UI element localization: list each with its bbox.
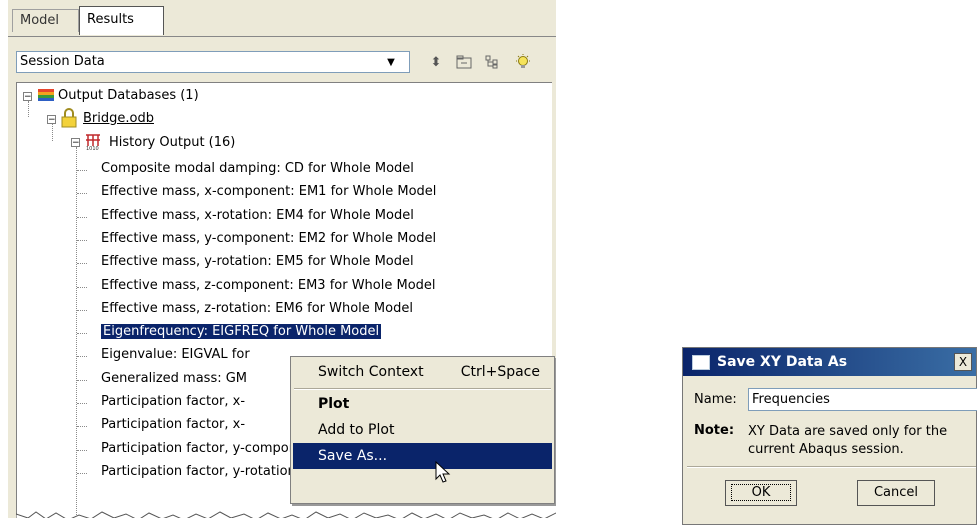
svg-text:1010: 1010 — [86, 146, 99, 150]
note-text: XY Data are saved only for the current A… — [748, 424, 948, 457]
close-button[interactable]: X — [954, 353, 972, 371]
tree-item-history[interactable]: Effective mass, z-rotation: EM6 for Whol… — [101, 299, 413, 319]
folder-icon[interactable] — [454, 52, 474, 72]
cancel-button[interactable]: Cancel — [857, 480, 935, 506]
tree-item-history[interactable]: Composite modal damping: CD for Whole Mo… — [101, 159, 414, 179]
save-xy-data-dialog: Save XY Data As X Name: Frequencies Note… — [682, 347, 977, 525]
tab-model[interactable]: Model — [12, 9, 79, 32]
torn-edge-decoration — [16, 511, 556, 518]
tab-results[interactable]: Results — [79, 6, 164, 35]
tree-item-bridge-odb[interactable]: Bridge.odb — [83, 109, 154, 129]
dropdown-arrow-icon[interactable]: ▼ — [383, 55, 399, 70]
session-data-select[interactable]: Session Data — [16, 51, 410, 73]
dialog-title: Save XY Data As — [717, 354, 848, 370]
window-icon — [692, 355, 710, 370]
tree-item-history[interactable]: Generalized mass: GM — [101, 369, 247, 389]
mouse-cursor-icon — [435, 460, 453, 489]
tree-item-history[interactable]: Effective mass, x-component: EM1 for Who… — [101, 182, 436, 202]
lightbulb-icon[interactable] — [513, 52, 533, 72]
tree-item-output-databases[interactable]: Output Databases (1) — [58, 86, 199, 106]
tree-item-history[interactable]: Effective mass, y-component: EM2 for Who… — [101, 229, 436, 249]
name-input[interactable]: Frequencies — [748, 388, 977, 411]
collapse-icon[interactable]: − — [23, 92, 32, 102]
tree-item-history[interactable]: Eigenvalue: EIGVAL for — [101, 345, 250, 365]
model-tree-panel: Model Results Session Data ▼ ⬍ − Output … — [8, 0, 556, 518]
sort-arrows-icon[interactable]: ⬍ — [426, 52, 446, 72]
name-label: Name: — [694, 392, 737, 407]
shortcut-label: Ctrl+Space — [460, 364, 540, 380]
history-output-icon: 1010 — [84, 132, 102, 154]
menu-item-add-to-plot[interactable]: Add to Plot — [293, 417, 552, 443]
tree-item-history[interactable]: Effective mass, x-rotation: EM4 for Whol… — [101, 206, 414, 226]
tree-item-history[interactable]: Participation factor, x- — [101, 392, 245, 412]
ok-button[interactable]: OK — [725, 480, 797, 506]
tree-item-history[interactable]: Effective mass, y-rotation: EM5 for Whol… — [101, 252, 414, 272]
collapse-icon[interactable]: − — [71, 138, 80, 148]
tree-item-history-output[interactable]: History Output (16) — [109, 133, 235, 153]
dialog-title-bar[interactable]: Save XY Data As — [683, 348, 976, 376]
tree-item-history[interactable]: Participation factor, x- — [101, 415, 245, 435]
menu-item-save-as[interactable]: Save As... — [293, 443, 552, 469]
collapse-icon[interactable]: − — [47, 115, 56, 125]
menu-item-switch-context[interactable]: Switch Context Ctrl+Space — [293, 359, 552, 385]
context-menu: Switch Context Ctrl+Space Plot Add to Pl… — [290, 356, 555, 504]
tree-item-eigenfrequency[interactable]: Eigenfrequency: EIGFREQ for Whole Model — [101, 322, 382, 342]
lock-icon — [60, 108, 78, 132]
database-stack-icon — [37, 88, 55, 108]
tree-item-history[interactable]: Effective mass, z-component: EM3 for Who… — [101, 276, 436, 296]
menu-item-plot[interactable]: Plot — [293, 391, 552, 417]
note-label: Note: — [694, 423, 735, 438]
tab-bar: Model Results — [8, 4, 556, 37]
tree-view-icon[interactable] — [483, 52, 503, 72]
